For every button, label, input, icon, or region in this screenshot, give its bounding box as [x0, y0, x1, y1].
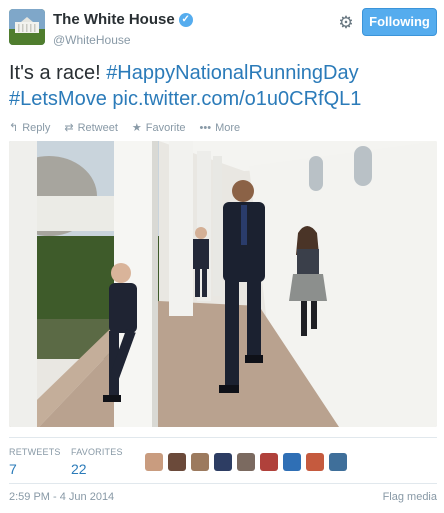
reply-icon: ↰ [9, 122, 19, 134]
favoriter-avatar[interactable] [283, 453, 301, 471]
running-photo-image [9, 141, 437, 427]
flag-media-link[interactable]: Flag media [383, 491, 437, 503]
following-button[interactable]: Following [362, 8, 437, 36]
display-name[interactable]: The White House ✓ [53, 11, 193, 28]
favoriter-avatar[interactable] [214, 453, 232, 471]
favoriter-avatars [145, 453, 347, 471]
retweets-stat[interactable]: RETWEETS 7 [9, 447, 61, 477]
retweets-label: RETWEETS [9, 447, 61, 457]
account-names: The White House ✓ @WhiteHouse [53, 11, 193, 47]
reply-label: Reply [22, 121, 51, 134]
divider [9, 483, 437, 484]
favorites-label: FAVORITES [71, 447, 123, 457]
tweet-actions: ↰ Reply ⇄ Retweet ★ Favorite ••• More [9, 121, 241, 135]
reply-action[interactable]: ↰ Reply [9, 121, 51, 135]
hashtag-link[interactable]: #HappyNationalRunningDay [106, 62, 358, 84]
avatar[interactable] [9, 9, 45, 45]
favorite-label: Favorite [145, 121, 186, 134]
divider [9, 437, 437, 438]
tweet-text: It's a race! #HappyNationalRunningDay #L… [9, 60, 437, 112]
tweet-footer: 2:59 PM - 4 Jun 2014 Flag media [9, 491, 437, 503]
retweet-label: Retweet [77, 121, 118, 134]
media-link[interactable]: pic.twitter.com/o1u0CRfQL1 [112, 88, 361, 110]
favoriter-avatar[interactable] [237, 453, 255, 471]
favoriter-avatar[interactable] [145, 453, 163, 471]
favorites-count: 22 [71, 461, 87, 477]
display-name-text: The White House [53, 11, 175, 28]
hashtag-link[interactable]: #LetsMove [9, 88, 107, 110]
tweet-stats: RETWEETS 7 FAVORITES 22 [9, 447, 437, 481]
favoriter-avatar[interactable] [306, 453, 324, 471]
more-action[interactable]: ••• More [200, 122, 241, 134]
white-house-avatar-image [9, 9, 45, 45]
tweet-header: The White House ✓ @WhiteHouse ⚙ Followin… [9, 8, 437, 52]
retweet-action[interactable]: ⇄ Retweet [64, 121, 118, 135]
retweets-count: 7 [9, 461, 17, 477]
favoriter-avatar[interactable] [168, 453, 186, 471]
favoriter-avatar[interactable] [191, 453, 209, 471]
tweet-timestamp[interactable]: 2:59 PM - 4 Jun 2014 [9, 491, 114, 503]
handle[interactable]: @WhiteHouse [53, 33, 193, 47]
tweet-text-plain: It's a race! [9, 62, 107, 84]
retweet-icon: ⇄ [64, 122, 74, 134]
favorite-action[interactable]: ★ Favorite [131, 121, 186, 135]
gear-icon[interactable]: ⚙ [336, 13, 356, 33]
tweet-photo[interactable] [9, 141, 437, 427]
favoriter-avatar[interactable] [329, 453, 347, 471]
favoriter-avatar[interactable] [260, 453, 278, 471]
verified-badge-icon: ✓ [178, 12, 193, 27]
favorites-stat[interactable]: FAVORITES 22 [71, 447, 123, 477]
more-dots-icon: ••• [199, 121, 212, 134]
star-icon: ★ [131, 122, 142, 134]
more-label: More [215, 121, 241, 134]
